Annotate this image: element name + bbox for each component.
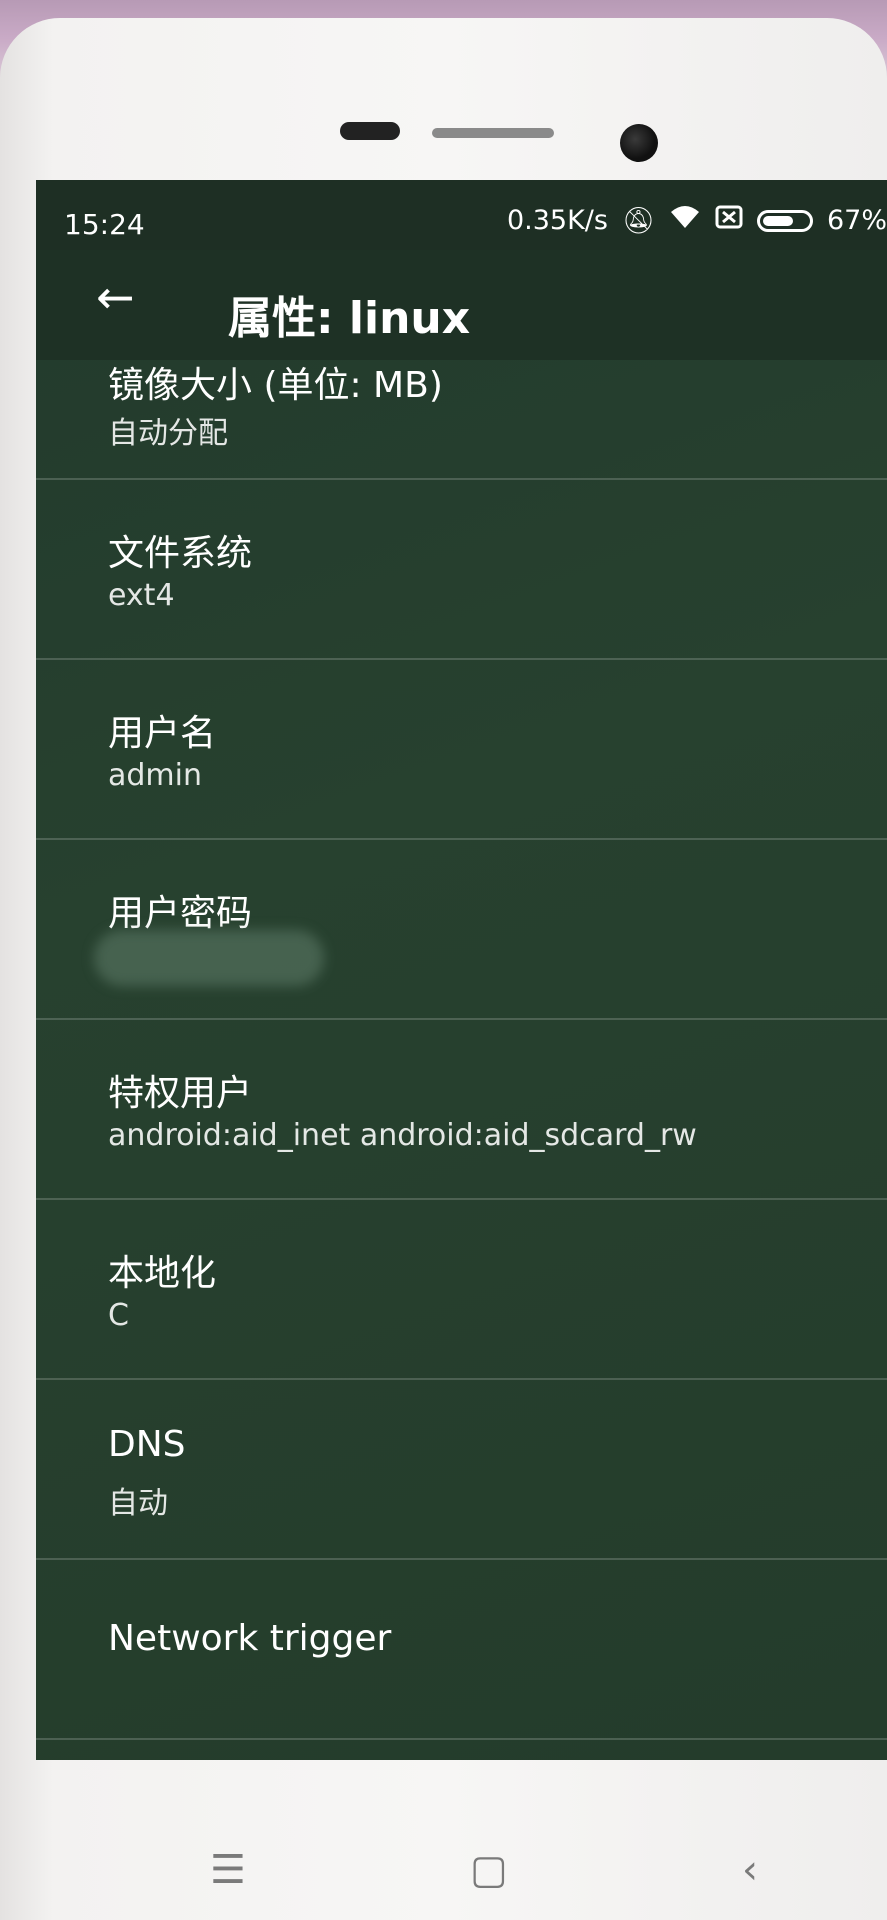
setting-value: C — [108, 1298, 129, 1333]
menu-icon[interactable]: ☰ — [210, 1850, 246, 1890]
home-icon[interactable]: ▢ — [470, 1850, 508, 1890]
earpiece-grille — [432, 128, 554, 138]
redacted-password — [94, 930, 324, 986]
setting-title: 用户名 — [108, 713, 217, 754]
back-icon[interactable]: ‹ — [742, 1850, 758, 1890]
setting-username[interactable]: 用户名 admin — [36, 660, 887, 840]
photo-background: 15:24 0.35K/s 🔕︎ 67% ← 属性: linux 镜像大小 (单… — [0, 0, 887, 1920]
setting-title: DNS — [108, 1424, 186, 1465]
setting-image-size[interactable]: 镜像大小 (单位: MB) 自动分配 — [36, 360, 887, 480]
network-speed: 0.35K/s — [506, 205, 608, 236]
mute-icon: 🔕︎ — [621, 205, 655, 236]
wifi-icon — [669, 204, 701, 237]
setting-value: 自动分配 — [108, 416, 228, 451]
setting-dns[interactable]: DNS 自动 — [36, 1380, 887, 1560]
setting-value: android:aid_inet android:aid_sdcard_rw — [108, 1118, 697, 1153]
setting-network-trigger[interactable]: Network trigger — [36, 1560, 887, 1740]
setting-value: 自动 — [108, 1486, 168, 1521]
setting-value: ext4 — [108, 578, 175, 613]
front-camera-icon — [620, 124, 658, 162]
status-indicators: 0.35K/s 🔕︎ 67% — [507, 204, 887, 237]
setting-title: 特权用户 — [108, 1073, 253, 1114]
navigation-bar: ☰ ▢ ‹ — [0, 1830, 887, 1920]
page-title: 属性: linux — [228, 293, 471, 344]
status-time: 15:24 — [64, 208, 145, 241]
setting-title: 镜像大小 (单位: MB) — [108, 365, 443, 406]
battery-icon — [756, 209, 813, 232]
battery-text: 67% — [826, 205, 887, 236]
earpiece-icon — [340, 122, 400, 140]
setting-password[interactable]: 用户密码 — [36, 840, 887, 1020]
setting-title: 本地化 — [108, 1253, 217, 1294]
setting-privileged-users[interactable]: 特权用户 android:aid_inet android:aid_sdcard… — [36, 1020, 887, 1200]
sim-icon — [715, 204, 743, 237]
app-bar: ← 属性: linux — [36, 250, 887, 360]
back-arrow-icon[interactable]: ← — [96, 274, 135, 320]
setting-title: 用户密码 — [108, 893, 253, 934]
status-bar: 15:24 0.35K/s 🔕︎ 67% — [36, 180, 887, 250]
setting-value: admin — [108, 758, 202, 793]
setting-locale[interactable]: 本地化 C — [36, 1200, 887, 1380]
setting-filesystem[interactable]: 文件系统 ext4 — [36, 480, 887, 660]
phone-screen: 15:24 0.35K/s 🔕︎ 67% ← 属性: linux 镜像大小 (单… — [36, 180, 887, 1760]
settings-list: 镜像大小 (单位: MB) 自动分配 文件系统 ext4 用户名 admin 用… — [36, 360, 887, 1740]
setting-title: 文件系统 — [108, 533, 253, 574]
setting-title: Network trigger — [108, 1618, 392, 1659]
